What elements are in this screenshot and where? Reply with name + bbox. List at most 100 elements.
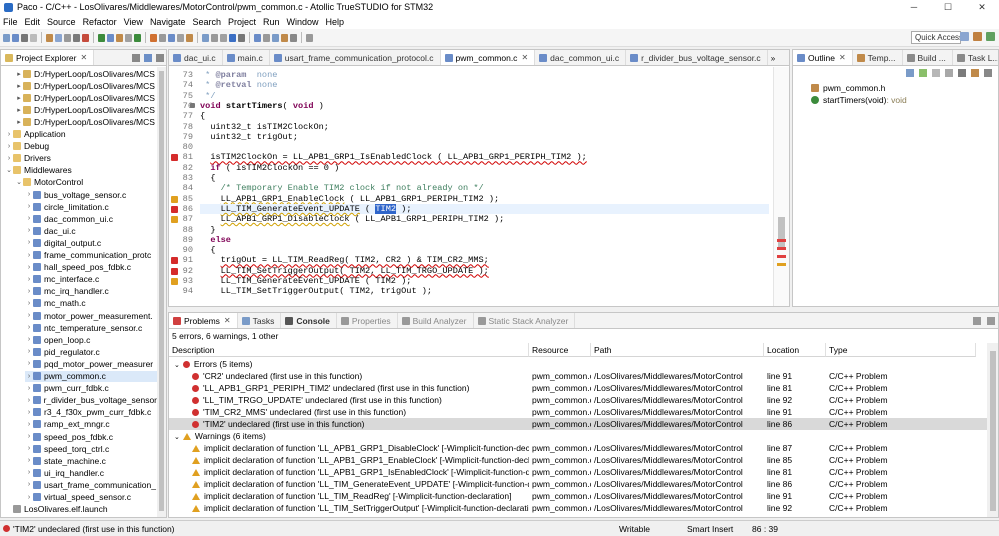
tree-item[interactable]: › pid_regulator.c	[25, 346, 157, 357]
overview-error-marker[interactable]	[777, 255, 786, 258]
expand-arrow-icon[interactable]: ▸	[15, 118, 23, 126]
editor-scroll-thumb[interactable]	[778, 217, 785, 247]
editor-tab[interactable]: pwm_common.c ✕	[440, 50, 536, 65]
expand-arrow-icon[interactable]: ›	[25, 348, 33, 355]
tree-item[interactable]: ⌄ Middlewares	[5, 165, 157, 176]
tree-item[interactable]: › r3_4_f30x_pwm_curr_fdbk.c	[25, 407, 157, 418]
bottom-tab[interactable]: Properties	[337, 313, 398, 328]
expand-arrow-icon[interactable]: ›	[25, 191, 33, 198]
column-header-type[interactable]: Type	[826, 343, 976, 357]
tree-item[interactable]: › virtual_speed_sensor.c	[25, 492, 157, 503]
expand-arrow-icon[interactable]: ›	[25, 457, 33, 464]
tree-item[interactable]: › ntc_temperature_sensor.c	[25, 322, 157, 333]
tree-item[interactable]: › dac_common_ui.c	[25, 213, 157, 224]
group-namespaces-icon[interactable]	[971, 69, 979, 77]
toolbar-tool-icon[interactable]	[55, 33, 62, 42]
toolbar-tool-icon[interactable]	[107, 33, 114, 42]
overview-error-marker[interactable]	[777, 247, 786, 250]
expand-arrow-icon[interactable]: ›	[25, 264, 33, 271]
expand-arrow-icon[interactable]: ▸	[15, 82, 23, 90]
close-button[interactable]: ✕	[965, 0, 999, 14]
toolbar-tool-icon[interactable]	[306, 33, 313, 42]
view-menu-icon[interactable]	[156, 54, 164, 62]
toolbar-tool-icon[interactable]	[186, 33, 193, 42]
problem-row[interactable]: implicit declaration of function 'LL_APB…	[169, 466, 998, 478]
toolbar-tool-icon[interactable]	[168, 33, 175, 42]
outline-tab[interactable]: Task L...	[953, 50, 998, 65]
toolbar-tool-icon[interactable]	[125, 33, 132, 42]
problems-scroll-thumb[interactable]	[990, 351, 996, 511]
code-area[interactable]: * @param none * @retval none */void star…	[200, 67, 769, 306]
collapse-arrow-icon[interactable]: ⌄	[174, 434, 180, 441]
tree-item[interactable]: › dac_ui.c	[25, 225, 157, 236]
problem-group-row[interactable]: ›Infos (1 item)	[169, 514, 998, 517]
menu-edit[interactable]: Edit	[25, 17, 41, 27]
minimize-button[interactable]: ─	[897, 0, 931, 14]
editor-tab[interactable]: usart_frame_communication_protocol.c	[270, 50, 441, 65]
tree-item[interactable]: › open_loop.c	[25, 334, 157, 345]
fold-toggle-icon[interactable]	[190, 102, 195, 108]
tree-item[interactable]: › mc_interface.c	[25, 274, 157, 285]
tree-item[interactable]: ▸ D:/HyperLoop/LosOlivares/MCS	[15, 80, 157, 91]
tree-item[interactable]: STM32F303RE_FLASH.ld	[5, 516, 157, 517]
toolbar-tool-icon[interactable]	[116, 33, 123, 42]
expand-arrow-icon[interactable]: ›	[25, 433, 33, 440]
toolbar-tool-icon[interactable]	[159, 33, 166, 42]
problem-row[interactable]: 'LL_APB1_GRP1_PERIPH_TIM2' undeclared (f…	[169, 382, 998, 394]
expand-arrow-icon[interactable]: ▸	[15, 94, 23, 102]
explorer-scrollbar[interactable]	[157, 67, 166, 517]
toolbar-tool-icon[interactable]	[220, 33, 227, 42]
menu-navigate[interactable]: Navigate	[150, 17, 186, 27]
bottom-tab[interactable]: Build Analyzer	[398, 313, 474, 328]
tree-item[interactable]: › pwm_common.c	[25, 370, 157, 382]
tree-item[interactable]: › digital_output.c	[25, 237, 157, 248]
toolbar-tool-icon[interactable]	[12, 33, 19, 42]
warning-marker-icon[interactable]	[171, 278, 178, 285]
toolbar-tool-icon[interactable]	[281, 33, 288, 42]
toolbar-tool-icon[interactable]	[238, 33, 245, 42]
expand-arrow-icon[interactable]: ▸	[15, 106, 23, 114]
explorer-scroll-thumb[interactable]	[159, 71, 164, 511]
tree-item[interactable]: › mc_math.c	[25, 298, 157, 309]
expand-arrow-icon[interactable]: ›	[5, 155, 13, 162]
column-header-location[interactable]: Location	[764, 343, 826, 357]
menu-refactor[interactable]: Refactor	[83, 17, 117, 27]
problem-row[interactable]: implicit declaration of function 'LL_TIM…	[169, 490, 998, 502]
menu-file[interactable]: File	[3, 17, 18, 27]
toolbar-tool-icon[interactable]	[263, 33, 270, 42]
tree-item[interactable]: › state_machine.c	[25, 455, 157, 466]
hide-fields-icon[interactable]	[919, 69, 927, 77]
toolbar-tool-icon[interactable]	[134, 33, 141, 42]
menu-help[interactable]: Help	[326, 17, 345, 27]
column-header-description[interactable]: Description	[169, 343, 529, 357]
expand-arrow-icon[interactable]: ›	[25, 421, 33, 428]
collapse-arrow-icon[interactable]: ⌄	[174, 362, 180, 369]
toolbar-tool-icon[interactable]	[290, 33, 297, 42]
close-icon[interactable]: ✕	[80, 53, 87, 62]
hide-static-icon[interactable]	[932, 69, 940, 77]
toolbar-tool-icon[interactable]	[177, 33, 184, 42]
outline-item[interactable]: startTimers(void) : void	[811, 95, 907, 105]
close-icon[interactable]: ✕	[839, 53, 846, 62]
overview-error-marker[interactable]	[777, 239, 786, 242]
tree-item[interactable]: › Debug	[5, 141, 157, 152]
toolbar-tool-icon[interactable]	[254, 33, 261, 42]
tree-item[interactable]: › r_divider_bus_voltage_sensor	[25, 395, 157, 406]
expand-arrow-icon[interactable]: ›	[25, 215, 33, 222]
problem-group-row[interactable]: ⌄ Errors (5 items)	[169, 358, 998, 370]
maximize-button[interactable]: ☐	[931, 0, 965, 14]
outline-item[interactable]: pwm_common.h	[811, 83, 885, 93]
debug-perspective-icon[interactable]	[986, 32, 995, 41]
editor-tab[interactable]: dac_common_ui.c	[535, 50, 627, 65]
tree-item[interactable]: › pwm_curr_fdbk.c	[25, 383, 157, 394]
toolbar-tool-icon[interactable]	[211, 33, 218, 42]
problem-row[interactable]: 'LL_TIM_TRGO_UPDATE' undeclared (first u…	[169, 394, 998, 406]
tree-item[interactable]: › ramp_ext_mngr.c	[25, 419, 157, 430]
expand-arrow-icon[interactable]: ›	[25, 469, 33, 476]
column-header-resource[interactable]: Resource	[529, 343, 591, 357]
tree-item[interactable]: › circle_limitation.c	[25, 201, 157, 212]
error-marker-icon[interactable]	[171, 205, 178, 213]
error-marker-icon[interactable]	[171, 257, 178, 265]
tab-overflow-icon[interactable]: »	[771, 54, 775, 63]
maximize-view-icon[interactable]	[987, 317, 995, 325]
